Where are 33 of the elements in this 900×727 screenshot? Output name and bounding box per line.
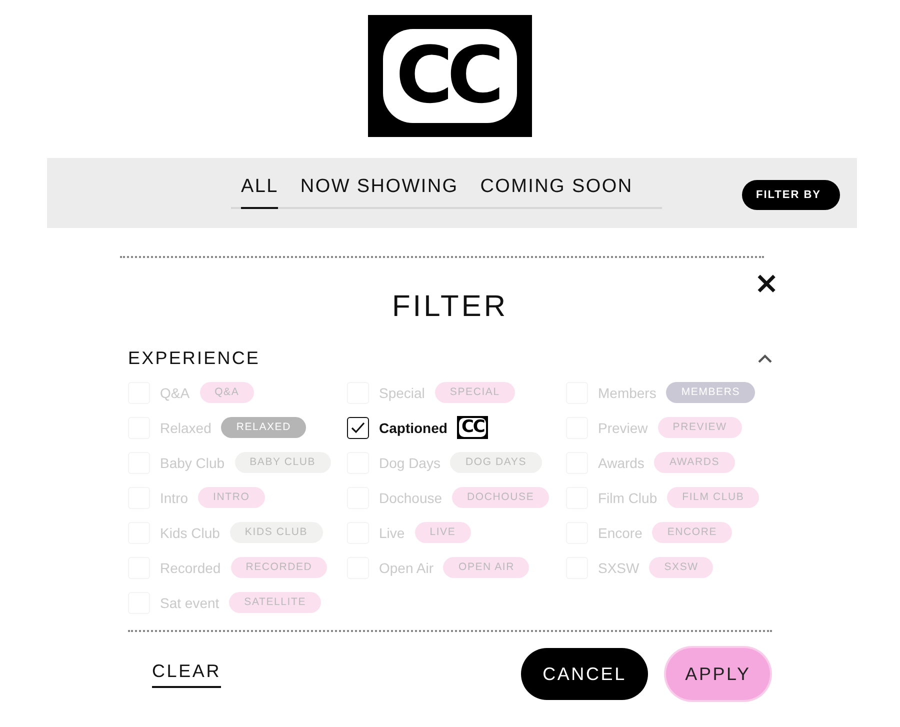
tag: DOG DAYS bbox=[450, 452, 542, 473]
tab[interactable]: ALL bbox=[241, 174, 278, 209]
tag: SXSW bbox=[649, 557, 714, 578]
tab[interactable]: COMING SOON bbox=[480, 174, 633, 209]
tag: FILM CLUB bbox=[667, 487, 760, 508]
option-label: Captioned bbox=[379, 420, 448, 436]
tag: RECORDED bbox=[230, 557, 328, 578]
tag: INTRO bbox=[198, 487, 265, 508]
cc-logo: CC bbox=[457, 416, 488, 439]
tag: BABY CLUB bbox=[234, 452, 331, 473]
tag: AWARDS bbox=[654, 452, 735, 473]
tag: ENCORE bbox=[652, 522, 732, 543]
tag: SPECIAL bbox=[434, 382, 515, 403]
tag: SATELLITE bbox=[229, 592, 322, 613]
tag: OPEN AIR bbox=[443, 557, 530, 578]
tag: KIDS CLUB bbox=[230, 522, 323, 543]
tab[interactable]: NOW SHOWING bbox=[300, 174, 458, 209]
chevron-icon[interactable] bbox=[758, 354, 772, 363]
panel-title: FILTER bbox=[392, 290, 508, 324]
filter-by-button[interactable]: FILTER BY bbox=[742, 180, 840, 210]
tag: PREVIEW bbox=[658, 417, 742, 438]
clear-link[interactable]: CLEAR bbox=[152, 660, 222, 688]
tag: LIVE bbox=[414, 522, 471, 543]
checkbox[interactable] bbox=[347, 416, 369, 438]
check-icon bbox=[351, 422, 365, 434]
tag: DOCHOUSE bbox=[452, 487, 550, 508]
cancel-button[interactable]: CANCEL bbox=[521, 648, 648, 700]
close-button[interactable]: × bbox=[754, 269, 780, 299]
tag: Q&A bbox=[200, 382, 254, 403]
tag: RELAXED bbox=[221, 417, 306, 438]
apply-button[interactable]: APPLY bbox=[666, 648, 770, 700]
section-title: EXPERIENCE bbox=[128, 348, 260, 369]
cc-logo: CC bbox=[368, 15, 532, 137]
